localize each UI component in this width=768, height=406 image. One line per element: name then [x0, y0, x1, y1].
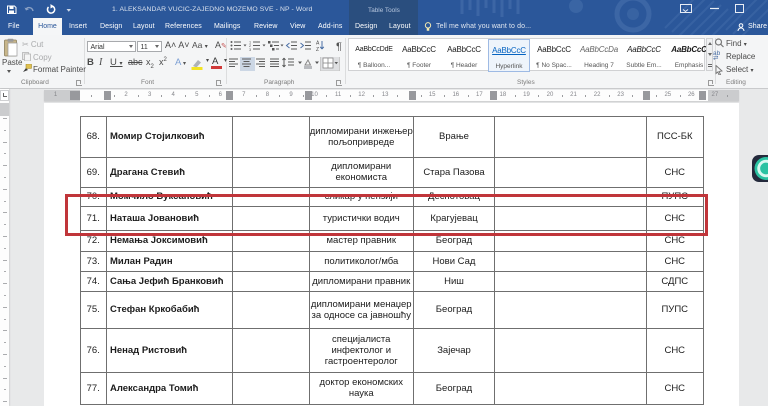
- svg-text:Z: Z: [316, 47, 319, 51]
- svg-text:¶: ¶: [336, 41, 342, 51]
- svg-text:3: 3: [249, 48, 251, 51]
- svg-text:A: A: [316, 41, 320, 47]
